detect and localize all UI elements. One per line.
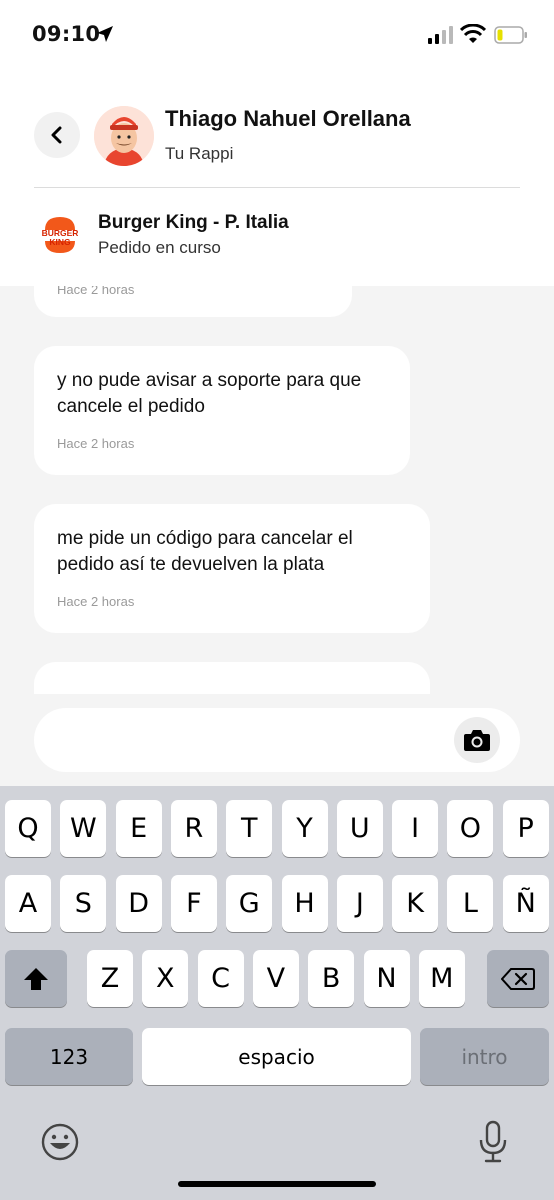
key-v[interactable]: V	[252, 950, 299, 1007]
divider	[34, 187, 520, 188]
key-b[interactable]: B	[308, 950, 355, 1007]
key-q[interactable]: Q	[5, 800, 51, 857]
microphone-icon[interactable]	[478, 1120, 508, 1169]
delete-key[interactable]	[487, 950, 549, 1007]
key-s[interactable]: S	[60, 875, 107, 932]
wifi-icon	[459, 23, 487, 49]
key-y[interactable]: Y	[281, 800, 328, 857]
home-indicator[interactable]	[178, 1181, 376, 1187]
key-j[interactable]: J	[336, 875, 383, 932]
key-z[interactable]: Z	[87, 950, 133, 1007]
message-bubble: Hace 2 horas	[34, 286, 352, 317]
key-r[interactable]: R	[170, 800, 217, 857]
numbers-key[interactable]: 123	[5, 1028, 133, 1085]
store-name[interactable]: Burger King - P. Italia	[98, 212, 289, 234]
status-bar: 09:10	[0, 0, 554, 70]
return-key[interactable]: intro	[420, 1028, 549, 1085]
message-composer	[34, 708, 520, 772]
key-f[interactable]: F	[170, 875, 217, 932]
courier-name: Thiago Nahuel Orellana	[165, 106, 411, 131]
chevron-left-icon	[51, 126, 62, 144]
key-u[interactable]: U	[336, 800, 383, 857]
message-bubble: y no pude avisar a soporte para que canc…	[34, 346, 410, 475]
camera-button[interactable]	[454, 717, 500, 763]
key-h[interactable]: H	[281, 875, 328, 932]
status-time: 09:10	[32, 22, 101, 46]
key-n[interactable]: N	[363, 950, 410, 1007]
order-status: Pedido en curso	[98, 238, 221, 257]
battery-icon	[494, 26, 528, 49]
key-x[interactable]: X	[142, 950, 189, 1007]
camera-icon	[464, 730, 490, 751]
message-bubble	[34, 662, 430, 694]
emoji-icon[interactable]	[40, 1122, 80, 1167]
key-t[interactable]: T	[226, 800, 273, 857]
signal-icon	[428, 26, 454, 49]
key-g[interactable]: G	[226, 875, 273, 932]
key-p[interactable]: P	[502, 800, 549, 857]
key-ñ[interactable]: Ñ	[502, 875, 549, 932]
message-input[interactable]	[54, 720, 454, 760]
message-time: Hace 2 horas	[57, 594, 135, 609]
message-list[interactable]: Hace 2 horas y no pude avisar a soporte …	[0, 286, 554, 694]
key-i[interactable]: I	[392, 800, 439, 857]
key-w[interactable]: W	[60, 800, 107, 857]
chat-header: Thiago Nahuel Orellana Tu Rappi BURGER K…	[0, 70, 554, 286]
courier-role: Tu Rappi	[165, 144, 234, 163]
back-button[interactable]	[34, 112, 80, 158]
message-text: y no pude avisar a soporte para que canc…	[57, 370, 362, 417]
shift-icon	[24, 967, 48, 990]
keyboard: QWERTYUIOP ASDFGHJKLÑ ZXCVBNM 123 espaci…	[0, 786, 554, 1200]
key-d[interactable]: D	[115, 875, 162, 932]
space-key[interactable]: espacio	[142, 1028, 411, 1085]
key-l[interactable]: L	[447, 875, 494, 932]
key-m[interactable]: M	[418, 950, 465, 1007]
backspace-icon	[501, 967, 535, 990]
key-o[interactable]: O	[447, 800, 494, 857]
message-bubble: me pide un código para cancelar el pedid…	[34, 504, 430, 633]
key-k[interactable]: K	[392, 875, 439, 932]
key-c[interactable]: C	[197, 950, 244, 1007]
key-a[interactable]: A	[5, 875, 51, 932]
message-text: me pide un código para cancelar el pedid…	[57, 528, 353, 575]
burger-king-logo: BURGER KING	[42, 215, 78, 260]
location-arrow-icon	[95, 24, 115, 49]
message-time: Hace 2 horas	[57, 286, 135, 297]
message-time: Hace 2 horas	[57, 436, 135, 451]
shift-key[interactable]	[5, 950, 67, 1007]
key-e[interactable]: E	[115, 800, 162, 857]
svg-text:KING: KING	[49, 237, 71, 247]
avatar	[94, 106, 154, 166]
